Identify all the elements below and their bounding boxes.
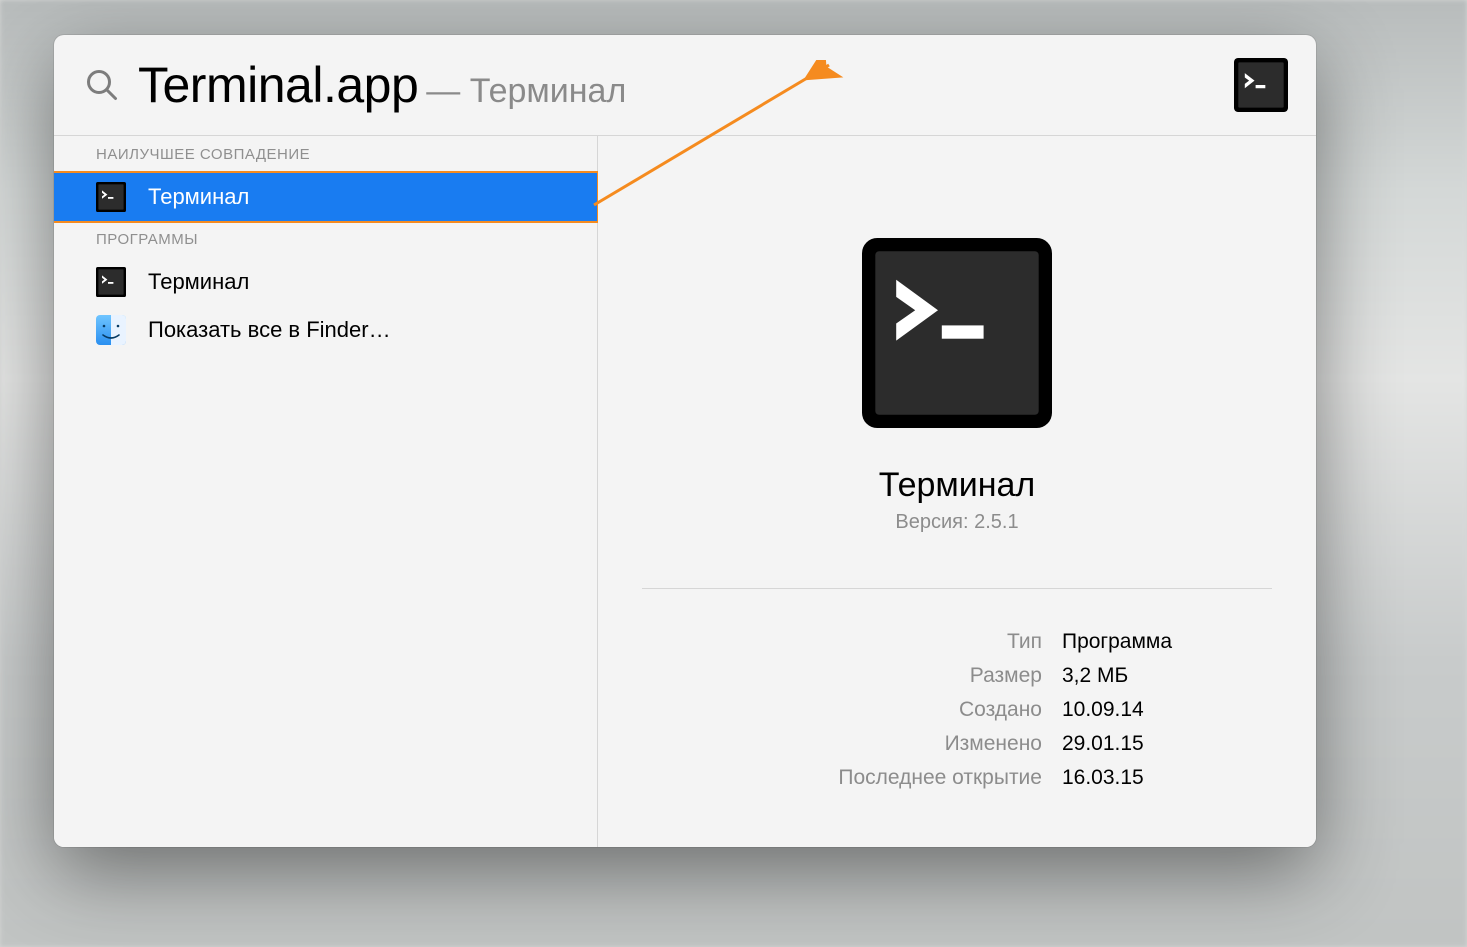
terminal-icon xyxy=(96,267,126,297)
meta-row-size: Размер 3,2 МБ xyxy=(742,659,1172,693)
meta-value: Программа xyxy=(1062,625,1172,659)
result-label: Терминал xyxy=(148,184,249,210)
meta-key: Последнее открытие xyxy=(742,761,1042,795)
result-app-terminal[interactable]: Терминал xyxy=(54,258,597,306)
meta-key: Тип xyxy=(742,625,1042,659)
section-header-best-match: НАИЛУЧШЕЕ СОВПАДЕНИЕ xyxy=(54,136,597,173)
meta-key: Создано xyxy=(742,693,1042,727)
section-header-applications: ПРОГРАММЫ xyxy=(54,221,597,258)
preview-panel: Терминал Версия: 2.5.1 Тип Программа Раз… xyxy=(598,136,1316,847)
meta-value: 10.09.14 xyxy=(1062,693,1144,727)
preview-divider xyxy=(642,588,1272,589)
search-query[interactable]: Terminal.app xyxy=(138,56,418,114)
meta-row-modified: Изменено 29.01.15 xyxy=(742,727,1172,761)
search-icon xyxy=(84,67,120,103)
meta-row-type: Тип Программа xyxy=(742,625,1172,659)
meta-value: 3,2 МБ xyxy=(1062,659,1128,693)
meta-key: Изменено xyxy=(742,727,1042,761)
preview-title: Терминал xyxy=(879,466,1036,505)
search-text: Terminal.app — Терминал xyxy=(138,56,1234,114)
terminal-icon xyxy=(862,238,1052,428)
spotlight-window: Terminal.app — Терминал НАИЛУЧШЕЕ СОВПАД… xyxy=(54,35,1316,847)
result-best-match[interactable]: Терминал xyxy=(54,173,597,221)
meta-key: Размер xyxy=(742,659,1042,693)
meta-value: 29.01.15 xyxy=(1062,727,1144,761)
meta-value: 16.03.15 xyxy=(1062,761,1144,795)
meta-row-last-opened: Последнее открытие 16.03.15 xyxy=(742,761,1172,795)
result-show-in-finder[interactable]: Показать все в Finder… xyxy=(54,306,597,354)
search-bar[interactable]: Terminal.app — Терминал xyxy=(54,35,1316,135)
results-panel: НАИЛУЧШЕЕ СОВПАДЕНИЕ Терминал ПРОГРАММЫ xyxy=(54,136,598,847)
preview-version: Версия: 2.5.1 xyxy=(895,511,1018,534)
terminal-icon xyxy=(1234,58,1288,112)
search-autocomplete-suffix: — Терминал xyxy=(426,72,626,111)
preview-metadata: Тип Программа Размер 3,2 МБ Создано 10.0… xyxy=(742,625,1172,795)
meta-row-created: Создано 10.09.14 xyxy=(742,693,1172,727)
terminal-icon xyxy=(96,182,126,212)
result-label: Терминал xyxy=(148,269,249,295)
finder-icon xyxy=(96,315,126,345)
result-label: Показать все в Finder… xyxy=(148,317,391,343)
